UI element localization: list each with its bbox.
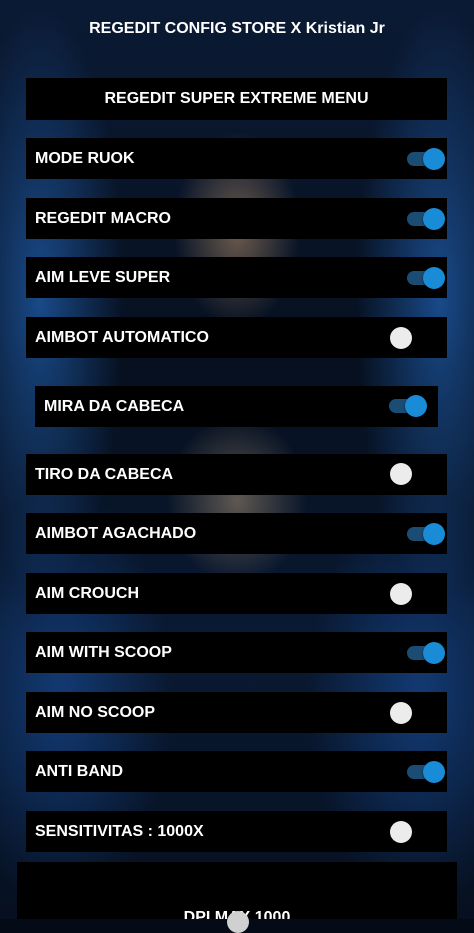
toggle-label: AIM CROUCH	[35, 584, 139, 602]
toggle-row-aim-with-scoop[interactable]: AIM WITH SCOOP	[26, 632, 447, 673]
toggle-switch[interactable]	[390, 821, 428, 843]
toggle-label: REGEDIT MACRO	[35, 209, 171, 227]
toggle-switch[interactable]	[390, 327, 428, 349]
toggle-switch[interactable]	[407, 208, 445, 230]
toggle-switch[interactable]	[389, 395, 427, 417]
toggle-row-sensitivitas[interactable]: SENSITIVITAS : 1000X	[26, 811, 447, 852]
switch-thumb	[390, 702, 412, 724]
switch-thumb	[390, 583, 412, 605]
toggle-switch[interactable]	[407, 267, 445, 289]
toggle-switch[interactable]	[390, 463, 428, 485]
toggle-label: SENSITIVITAS : 1000X	[35, 822, 204, 840]
switch-thumb	[390, 821, 412, 843]
toggle-switch[interactable]	[407, 148, 445, 170]
toggle-switch[interactable]	[390, 702, 428, 724]
toggle-label: AIMBOT AUTOMATICO	[35, 328, 209, 346]
toggle-label: AIM LEVE SUPER	[35, 268, 171, 286]
toggle-row-mira-da-cabeca[interactable]: MIRA DA CABECA	[35, 386, 438, 427]
toggle-label: TIRO DA CABECA	[35, 465, 174, 483]
app-title: REGEDIT CONFIG STORE X Kristian Jr	[89, 20, 385, 37]
switch-thumb	[423, 642, 445, 664]
toggle-label: AIMBOT AGACHADO	[35, 524, 197, 542]
scroll-indicator-circle	[227, 911, 249, 933]
toggle-label: AIM WITH SCOOP	[35, 643, 172, 661]
switch-thumb	[390, 463, 412, 485]
switch-thumb	[423, 523, 445, 545]
toggle-label: ANTI BAND	[35, 762, 123, 780]
toggle-row-aimbot-automatico[interactable]: AIMBOT AUTOMATICO	[26, 317, 447, 358]
toggle-row-mode-ruok[interactable]: MODE RUOK	[26, 138, 447, 179]
toggle-row-tiro-da-cabeca[interactable]: TIRO DA CABECA	[26, 454, 447, 495]
toggle-row-aim-leve-super[interactable]: AIM LEVE SUPER	[26, 257, 447, 298]
switch-thumb	[405, 395, 427, 417]
switch-thumb	[423, 148, 445, 170]
toggle-label: AIM NO SCOOP	[35, 703, 156, 721]
switch-thumb	[423, 761, 445, 783]
switch-thumb	[423, 208, 445, 230]
toggle-row-aimbot-agachado[interactable]: AIMBOT AGACHADO	[26, 513, 447, 554]
toggle-row-regedit-macro[interactable]: REGEDIT MACRO	[26, 198, 447, 239]
toggle-row-anti-band[interactable]: ANTI BAND	[26, 751, 447, 792]
toggle-row-aim-crouch[interactable]: AIM CROUCH	[26, 573, 447, 614]
toggle-switch[interactable]	[390, 583, 428, 605]
switch-thumb	[423, 267, 445, 289]
toggle-label: MODE RUOK	[35, 149, 135, 167]
toggle-switch[interactable]	[407, 523, 445, 545]
toggle-switch[interactable]	[407, 761, 445, 783]
toggle-switch[interactable]	[407, 642, 445, 664]
toggle-label: MIRA DA CABECA	[44, 397, 185, 415]
menu-header-label: REGEDIT SUPER EXTREME MENU	[104, 90, 369, 107]
switch-thumb	[390, 327, 412, 349]
menu-header: REGEDIT SUPER EXTREME MENU	[26, 78, 447, 120]
toggle-row-aim-no-scoop[interactable]: AIM NO SCOOP	[26, 692, 447, 733]
